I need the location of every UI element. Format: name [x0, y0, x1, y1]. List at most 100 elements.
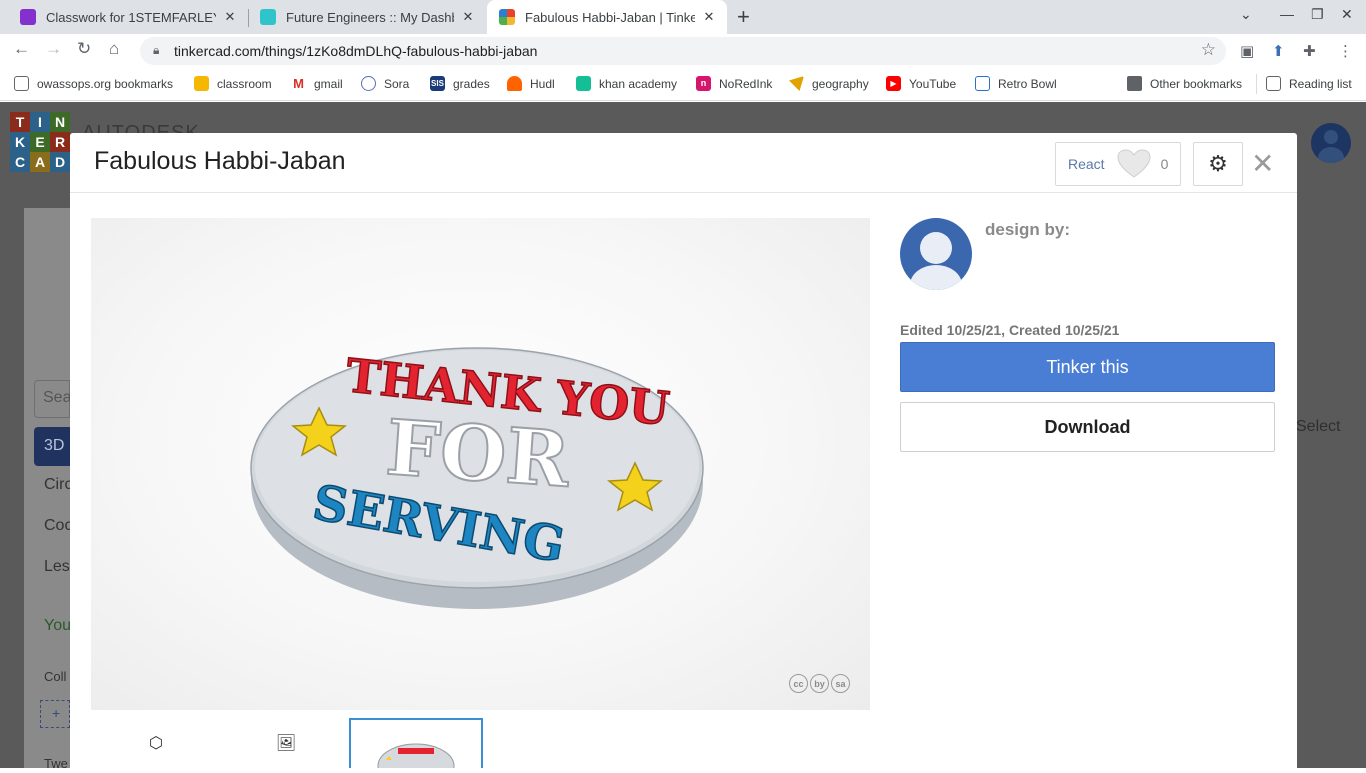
folder-icon	[1127, 76, 1142, 91]
logo-letter: K	[10, 132, 30, 152]
classroom-favicon-icon	[20, 9, 36, 25]
sidebar-you: You	[44, 617, 71, 634]
bookmark-khan-academy[interactable]: khan academy	[576, 76, 677, 91]
search-input[interactable]: Sea	[34, 380, 71, 418]
close-window-icon[interactable]: ✕	[1341, 6, 1353, 23]
bookmarks-divider	[1256, 74, 1257, 94]
design-modal: Fabulous Habbi-Jaban React 0 ⚙ ✕ THANK Y…	[70, 133, 1297, 773]
image-icon: 🖼︎	[275, 735, 297, 752]
bookmark-label: Retro Bowl	[998, 76, 1057, 91]
close-icon[interactable]: ✕	[222, 9, 238, 25]
logo-letter: T	[10, 112, 30, 132]
bookmark-label: khan academy	[599, 76, 678, 91]
bookmark-label: owassops.org bookmarks	[37, 76, 174, 91]
url-text: tinkercad.com/things/1zKo8dmDLhQ-fabulou…	[174, 43, 538, 59]
sidebar-item-lessons[interactable]: Les	[44, 558, 70, 576]
sidebar-tweaks: Twe	[44, 756, 68, 768]
back-arrow-icon[interactable]: ←	[13, 39, 30, 59]
classroom-icon	[194, 76, 209, 91]
designer-avatar[interactable]	[900, 218, 972, 290]
tab-classwork[interactable]: Classwork for 1STEMFARLEY 1 ✕	[8, 0, 248, 34]
bookmarks-bar: owassops.org bookmarks classroom Mgmail …	[0, 68, 1366, 101]
retro-bowl-icon	[975, 76, 990, 91]
bookmark-classroom[interactable]: classroom	[194, 76, 272, 91]
bookmark-retro-bowl[interactable]: Retro Bowl	[975, 76, 1057, 91]
bookmark-label: NoRedInk	[719, 76, 773, 91]
bookmark-grades[interactable]: SIS grades	[430, 76, 490, 91]
future-engineers-favicon-icon	[260, 9, 276, 25]
download-button[interactable]: Download	[900, 402, 1275, 452]
close-icon[interactable]: ✕	[1251, 147, 1274, 180]
share-alike-icon: sa	[831, 674, 850, 693]
bookmark-star-icon[interactable]: ☆	[1201, 40, 1216, 60]
minimize-icon[interactable]: —	[1280, 6, 1294, 22]
tinkercad-logo[interactable]: T I N K E R C A D	[10, 112, 70, 172]
heart-icon	[1117, 149, 1151, 178]
settings-button[interactable]: ⚙	[1193, 142, 1243, 186]
tinker-this-button[interactable]: Tinker this	[900, 342, 1275, 392]
close-icon[interactable]: ✕	[701, 9, 717, 25]
home-icon[interactable]: ⌂	[109, 39, 119, 59]
sidebar-collections: Coll	[44, 669, 67, 684]
thumb-render-selected[interactable]	[349, 718, 483, 768]
extension-icon[interactable]: ▣	[1240, 42, 1254, 60]
hudl-icon	[507, 76, 522, 91]
tab-search-chevron-icon[interactable]: ⌄	[1240, 6, 1252, 23]
bookmark-hudl[interactable]: Hudl	[507, 76, 555, 91]
sidebar-item-codeblocks[interactable]: Coc	[44, 517, 72, 535]
bookmark-label: geography	[812, 76, 869, 91]
edited-created-dates: Edited 10/25/21, Created 10/25/21	[900, 322, 1120, 338]
model-render-image: THANK YOU FOR SERVING	[250, 347, 704, 609]
tab-tinkercad[interactable]: Fabulous Habbi-Jaban | Tinkercad ✕	[487, 0, 727, 34]
design-by-label: design by:	[985, 220, 1071, 239]
close-icon[interactable]: ✕	[460, 9, 476, 25]
restore-icon[interactable]: ❐	[1311, 6, 1324, 23]
create-collection-button[interactable]: +	[40, 700, 70, 728]
lock-icon: 🔒︎	[153, 43, 160, 57]
react-button[interactable]: React 0	[1055, 142, 1181, 186]
bookmark-gmail[interactable]: Mgmail	[291, 76, 343, 91]
sidebar-item-circuits[interactable]: Circ	[44, 476, 72, 494]
reading-list-icon	[1266, 76, 1281, 91]
license-icons: cc by sa	[789, 674, 853, 696]
tab-label: Fabulous Habbi-Jaban | Tinkercad	[525, 9, 695, 25]
logo-letter: D	[50, 152, 70, 172]
bookmark-sora[interactable]: Sora	[361, 76, 409, 91]
bookmark-label: YouTube	[909, 76, 957, 91]
logo-letter: N	[50, 112, 70, 132]
sidebar-item-3d[interactable]: 3D	[34, 427, 70, 466]
page-icon	[14, 76, 29, 91]
sora-icon	[361, 76, 376, 91]
model-text-line2: FOR	[383, 403, 573, 505]
bookmark-noredink[interactable]: n NoRedInk	[696, 76, 772, 91]
address-bar[interactable]: 🔒︎ tinkercad.com/things/1zKo8dmDLhQ-fabu…	[140, 37, 1226, 65]
upload-extension-icon[interactable]: ⬆	[1272, 42, 1285, 60]
forward-arrow-icon[interactable]: →	[45, 39, 62, 59]
gear-icon: ⚙	[1208, 151, 1228, 176]
bookmark-geography[interactable]: geography	[789, 76, 869, 91]
bookmark-label: Sora	[384, 76, 410, 91]
design-preview[interactable]: THANK YOU FOR SERVING cc by sa	[91, 218, 870, 710]
logo-letter: R	[50, 132, 70, 152]
bookmark-youtube[interactable]: ▶ YouTube	[886, 76, 956, 91]
reload-icon[interactable]: ↻	[77, 39, 91, 59]
react-count: 0	[1160, 156, 1169, 172]
bookmark-owassops[interactable]: owassops.org bookmarks	[14, 76, 173, 91]
new-tab-plus-icon[interactable]: +	[737, 4, 750, 30]
reading-list[interactable]: Reading list	[1266, 76, 1352, 91]
browser-toolbar: ← → ↻ ⌂ 🔒︎ tinkercad.com/things/1zKo8dmD…	[0, 34, 1366, 68]
khan-icon	[576, 76, 591, 91]
thumb-3d-view[interactable]: ⬡	[91, 718, 221, 768]
other-bookmarks[interactable]: Other bookmarks	[1127, 76, 1242, 91]
thumb-image-view[interactable]: 🖼︎	[221, 718, 351, 768]
bookmark-label: classroom	[217, 76, 272, 91]
modal-header: Fabulous Habbi-Jaban React 0 ⚙ ✕	[70, 133, 1297, 193]
menu-kebab-icon[interactable]: ⋮	[1338, 42, 1353, 60]
noredink-icon: n	[696, 76, 711, 91]
user-avatar[interactable]	[1311, 123, 1351, 163]
logo-letter: C	[10, 152, 30, 172]
tab-future-engineers[interactable]: Future Engineers :: My Dashboard ✕	[248, 0, 486, 34]
tinkercad-favicon-icon	[499, 9, 515, 25]
select-label[interactable]: Select	[1296, 418, 1340, 436]
extensions-puzzle-icon[interactable]: ✚	[1303, 42, 1316, 60]
